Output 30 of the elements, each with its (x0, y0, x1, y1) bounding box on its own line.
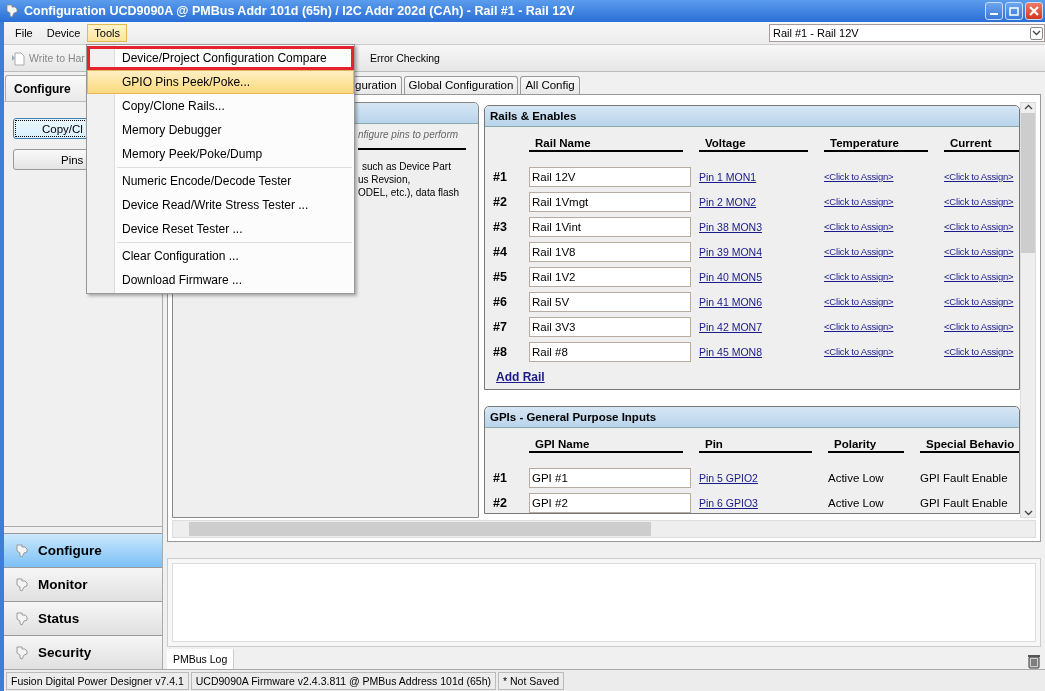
status-text: * Not Saved (498, 671, 565, 690)
window-title: Configuration UCD9090A @ PMBus Addr 101d (65h) / I2C Addr 202d (CAh) - Rail #1 - Rail 12V (24, 4, 576, 18)
polarity-text: Active Low (828, 471, 885, 484)
rail-number: #4 (493, 244, 508, 259)
rail-number: #8 (493, 344, 508, 359)
rail-number: #5 (493, 269, 508, 284)
rail-number: #3 (493, 219, 508, 234)
rail-number: #6 (493, 294, 508, 309)
column-header: Voltage (699, 126, 808, 152)
column-header: Polarity (828, 427, 904, 453)
hint-text: nfigure pins to perform (358, 128, 466, 150)
description-text: us Revsion, (358, 172, 412, 186)
polarity-text: Active Low (828, 496, 885, 509)
status-text: UCD9090A Firmware v2.4.3.811 @ PMBus Address 101d (65h) (190, 671, 497, 690)
rail-number: #1 (493, 169, 508, 184)
description-text: such as Device Part (361, 159, 452, 173)
column-header: Rail Name (529, 126, 683, 152)
gpi-number: #2 (493, 495, 508, 510)
column-header: Pin (699, 427, 812, 453)
rail-number: #2 (493, 194, 508, 209)
status-text: Fusion Digital Power Designer v7.4.1 (6, 671, 189, 690)
behavior-text: GPI Fault Enable (920, 471, 1009, 484)
column-header: Temperature (824, 126, 928, 152)
rail-number: #7 (493, 319, 508, 334)
panel-header: GPIs - General Purpose Inputs (485, 406, 1019, 428)
description-text: ODEL, etc.), data flash (358, 185, 461, 199)
column-header: GPI Name (529, 427, 683, 453)
gpi-number: #1 (493, 470, 508, 485)
behavior-text: GPI Fault Enable (920, 496, 1009, 509)
panel-header: Rails & Enables (485, 105, 1019, 127)
